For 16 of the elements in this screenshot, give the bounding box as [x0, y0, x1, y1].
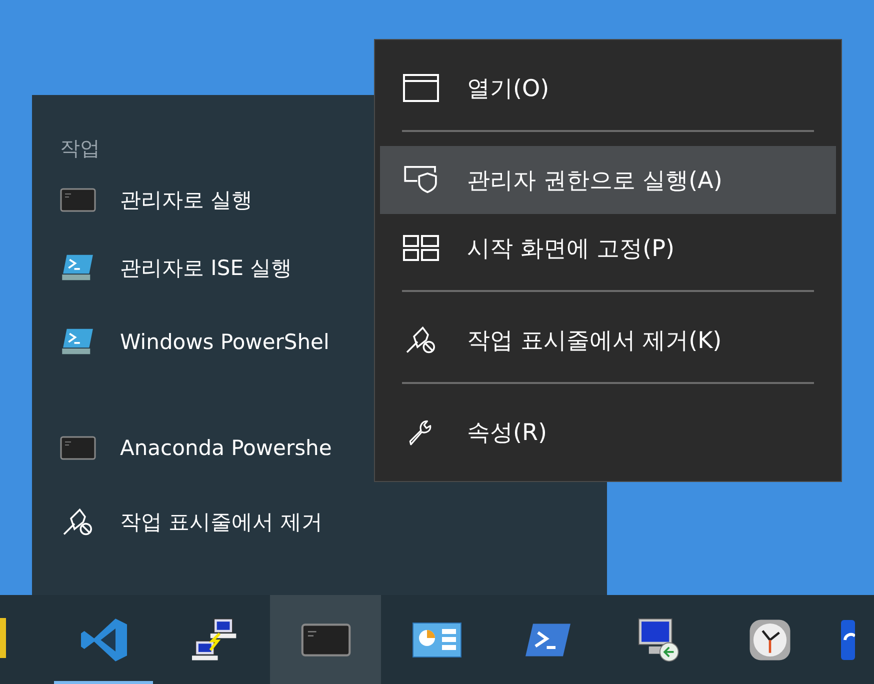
menu-item[interactable]: 속성(R)	[380, 398, 836, 466]
jump-list-item[interactable]: 작업 표시줄에서 제거	[60, 485, 607, 559]
window-icon	[403, 74, 439, 102]
shield-icon	[403, 166, 439, 194]
app-icon	[841, 620, 855, 660]
menu-item[interactable]: 시작 화면에 고정(P)	[380, 214, 836, 282]
prompt-icon	[60, 254, 96, 282]
terminal-icon	[60, 434, 96, 462]
menu-item[interactable]: 열기(O)	[380, 54, 836, 122]
menu-item[interactable]: 작업 표시줄에서 제거(K)	[380, 306, 836, 374]
menu-item[interactable]: 관리자 권한으로 실행(A)	[380, 146, 836, 214]
ribbon-icon	[78, 616, 128, 662]
section-heading: 작업	[60, 135, 101, 162]
terminal-icon	[60, 186, 96, 214]
prompt-icon	[60, 328, 96, 356]
tiles-icon	[403, 234, 439, 262]
